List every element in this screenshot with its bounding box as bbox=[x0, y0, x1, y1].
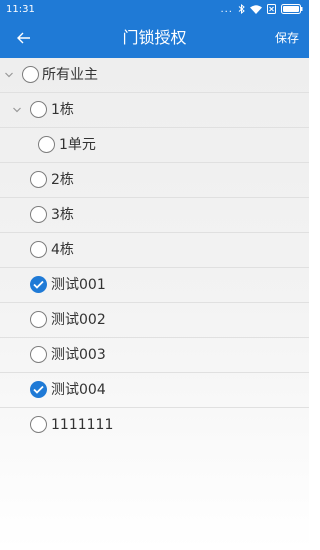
tree-item[interactable]: 1111111 bbox=[0, 408, 309, 443]
tree-item-label: 所有业主 bbox=[42, 67, 98, 83]
arrow-left-icon bbox=[17, 32, 30, 44]
checkmark-icon bbox=[33, 385, 44, 394]
status-dots: ... bbox=[220, 3, 233, 15]
status-icons: ... bbox=[220, 4, 303, 15]
tree-item[interactable]: 1栋 bbox=[0, 93, 309, 128]
checked-radio-icon[interactable] bbox=[30, 381, 47, 398]
tree-item[interactable]: 测试004 bbox=[0, 373, 309, 408]
checkmark-icon bbox=[33, 280, 44, 289]
checked-radio-icon[interactable] bbox=[30, 276, 47, 293]
tree-item-label: 1单元 bbox=[59, 137, 96, 153]
tree-item-label: 测试001 bbox=[51, 277, 106, 293]
app-bar: 门锁授权 保存 bbox=[0, 18, 309, 58]
tree-item-label: 测试003 bbox=[51, 347, 106, 363]
radio-icon[interactable] bbox=[30, 206, 47, 223]
tree-item[interactable]: 2栋 bbox=[0, 163, 309, 198]
tree-item-label: 1栋 bbox=[51, 102, 74, 118]
radio-icon[interactable] bbox=[38, 136, 55, 153]
tree-item-label: 3栋 bbox=[51, 207, 74, 223]
bluetooth-icon bbox=[238, 4, 245, 14]
tree-item[interactable]: 3栋 bbox=[0, 198, 309, 233]
tree-item[interactable]: 测试003 bbox=[0, 338, 309, 373]
back-button[interactable] bbox=[14, 29, 34, 47]
tree-item[interactable]: 所有业主 bbox=[0, 58, 309, 93]
radio-icon[interactable] bbox=[22, 66, 39, 83]
no-sim-icon bbox=[267, 4, 276, 14]
tree-item-label: 测试004 bbox=[51, 382, 106, 398]
radio-icon[interactable] bbox=[30, 171, 47, 188]
radio-icon[interactable] bbox=[30, 311, 47, 328]
tree-item[interactable]: 4栋 bbox=[0, 233, 309, 268]
tree-item[interactable]: 测试001 bbox=[0, 268, 309, 303]
battery-icon bbox=[281, 4, 303, 14]
page-title: 门锁授权 bbox=[122, 28, 187, 47]
radio-icon[interactable] bbox=[30, 346, 47, 363]
tree-item-label: 2栋 bbox=[51, 172, 74, 188]
tree-item-label: 1111111 bbox=[51, 417, 114, 433]
tree-item[interactable]: 1单元 bbox=[0, 128, 309, 163]
wifi-icon bbox=[250, 4, 262, 14]
radio-icon[interactable] bbox=[30, 101, 47, 118]
tree-item-label: 测试002 bbox=[51, 312, 106, 328]
tree-item[interactable]: 测试002 bbox=[0, 303, 309, 338]
save-button[interactable]: 保存 bbox=[275, 18, 299, 58]
chevron-down-icon[interactable] bbox=[12, 105, 22, 115]
status-time: 11:31 bbox=[6, 3, 35, 15]
radio-icon[interactable] bbox=[30, 416, 47, 433]
radio-icon[interactable] bbox=[30, 241, 47, 258]
chevron-down-icon[interactable] bbox=[4, 70, 14, 80]
authorization-tree: 所有业主 1栋 1单元 2栋 3栋 4栋测试001 测试002 测试003 测试004 11111… bbox=[0, 58, 309, 550]
status-bar: 11:31 ... bbox=[0, 0, 309, 18]
tree-item-label: 4栋 bbox=[51, 242, 74, 258]
